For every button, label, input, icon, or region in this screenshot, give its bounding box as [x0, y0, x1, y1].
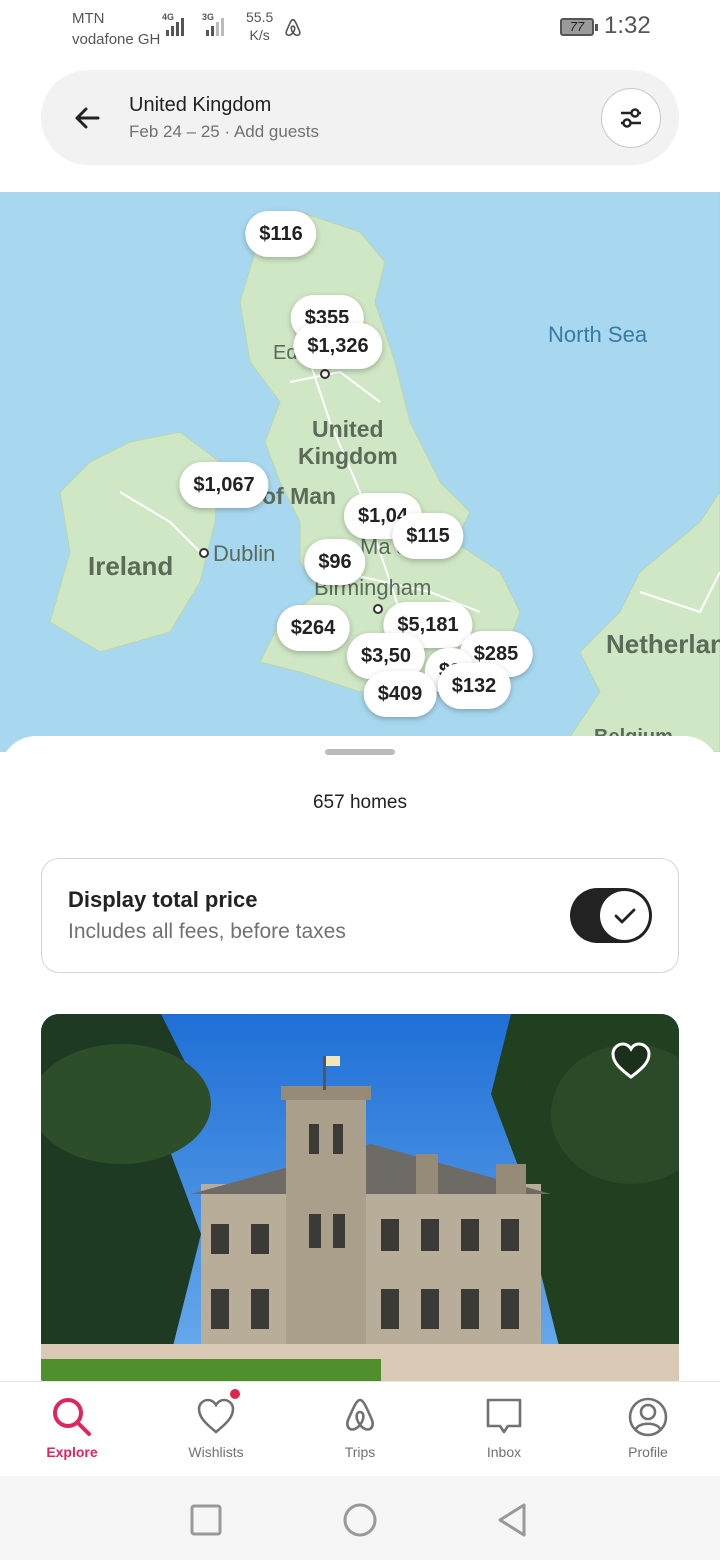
bottom-tab-bar: Explore Wishlists Trips Inbox Profile [0, 1381, 720, 1476]
city-dot-birmingham [373, 604, 383, 614]
tab-inbox[interactable]: Inbox [432, 1382, 576, 1477]
battery-icon: 77 [560, 18, 598, 36]
search-separator: · [224, 122, 231, 141]
listing-photo[interactable] [41, 1014, 679, 1381]
back-nav-button[interactable] [492, 1500, 532, 1540]
map-label-uk-2: Kingdom [298, 443, 398, 469]
heart-icon [197, 1398, 235, 1434]
city-dot-dublin [199, 548, 209, 558]
home-button[interactable] [340, 1500, 380, 1540]
price-pin[interactable]: $96 [304, 539, 366, 585]
search-location: United Kingdom [129, 94, 272, 116]
tab-label: Profile [628, 1444, 668, 1460]
signal-1-icon: 4G [162, 12, 184, 36]
signal-2-icon: 3G [202, 12, 224, 36]
total-price-card: Display total price Includes all fees, b… [41, 858, 679, 973]
map-label-isle-of-man: of Man [262, 483, 337, 509]
airbnb-notification-icon [285, 18, 301, 37]
toggle-knob [600, 891, 649, 940]
tab-trips[interactable]: Trips [288, 1382, 432, 1477]
total-price-subtitle: Includes all fees, before taxes [68, 920, 346, 943]
back-button[interactable] [67, 98, 107, 138]
recent-apps-button[interactable] [186, 1500, 226, 1540]
price-pin[interactable]: $115 [392, 513, 464, 559]
map-label-uk-1: United [312, 416, 384, 442]
system-navigation-bar [0, 1476, 720, 1560]
tab-label: Wishlists [188, 1444, 244, 1460]
sheet-drag-handle[interactable] [325, 749, 395, 755]
map-label-netherlands: Netherlan [606, 629, 720, 659]
search-icon [53, 1398, 91, 1436]
city-dot-edinburgh [320, 369, 330, 379]
results-sheet[interactable]: 657 homes Display total price Includes a… [0, 736, 720, 1381]
map-label-north-sea: North Sea [548, 322, 648, 347]
search-header: United Kingdom Feb 24 – 25 · Add guests [0, 56, 720, 192]
map-label-ireland: Ireland [88, 551, 174, 581]
save-to-wishlist-button[interactable] [609, 1040, 653, 1084]
tab-label: Trips [344, 1444, 376, 1460]
tab-explore[interactable]: Explore [0, 1382, 144, 1477]
search-bar[interactable]: United Kingdom Feb 24 – 25 · Add guests [41, 70, 679, 165]
airbnb-icon [346, 1398, 374, 1431]
carrier-1: MTN [72, 10, 105, 27]
status-bar: MTN vodafone GH 4G 3G 55.5 K/s 77 1:32 [0, 0, 720, 56]
price-pin[interactable]: $264 [276, 605, 350, 651]
total-price-toggle[interactable] [570, 888, 652, 943]
price-pin[interactable]: $116 [245, 211, 317, 257]
search-details: Feb 24 – 25 · Add guests [129, 122, 319, 142]
message-icon [486, 1398, 522, 1434]
tab-label: Explore [46, 1444, 98, 1460]
search-dates: Feb 24 – 25 [129, 122, 220, 141]
listing-image [41, 1014, 679, 1381]
tab-label: Inbox [486, 1444, 522, 1460]
homes-count: 657 homes [312, 792, 407, 813]
tab-profile[interactable]: Profile [576, 1382, 720, 1477]
sliders-icon [621, 108, 641, 128]
checkmark-icon [614, 908, 635, 923]
carrier-info: MTN vodafone GH [72, 8, 160, 50]
price-pin[interactable]: $1,067 [179, 462, 269, 508]
total-price-title: Display total price [68, 887, 258, 912]
price-pin[interactable]: $132 [437, 663, 511, 709]
wishlist-notification-badge [228, 1387, 242, 1401]
map-label-dublin: Dublin [213, 541, 276, 566]
search-guests: Add guests [233, 122, 320, 141]
arrow-left-icon [75, 107, 100, 129]
map-view[interactable]: North Sea United Kingdom of Man Ireland … [0, 192, 720, 752]
filters-button[interactable] [601, 88, 661, 148]
network-speed: 55.5 K/s [246, 9, 274, 43]
clock: 1:32 [604, 12, 651, 39]
profile-icon [628, 1397, 668, 1437]
tab-wishlists[interactable]: Wishlists [144, 1382, 288, 1477]
carrier-2: vodafone GH [72, 31, 161, 48]
price-pin[interactable]: $1,326 [293, 323, 383, 369]
heart-outline-icon [611, 1042, 651, 1079]
price-pin[interactable]: $409 [363, 671, 437, 717]
